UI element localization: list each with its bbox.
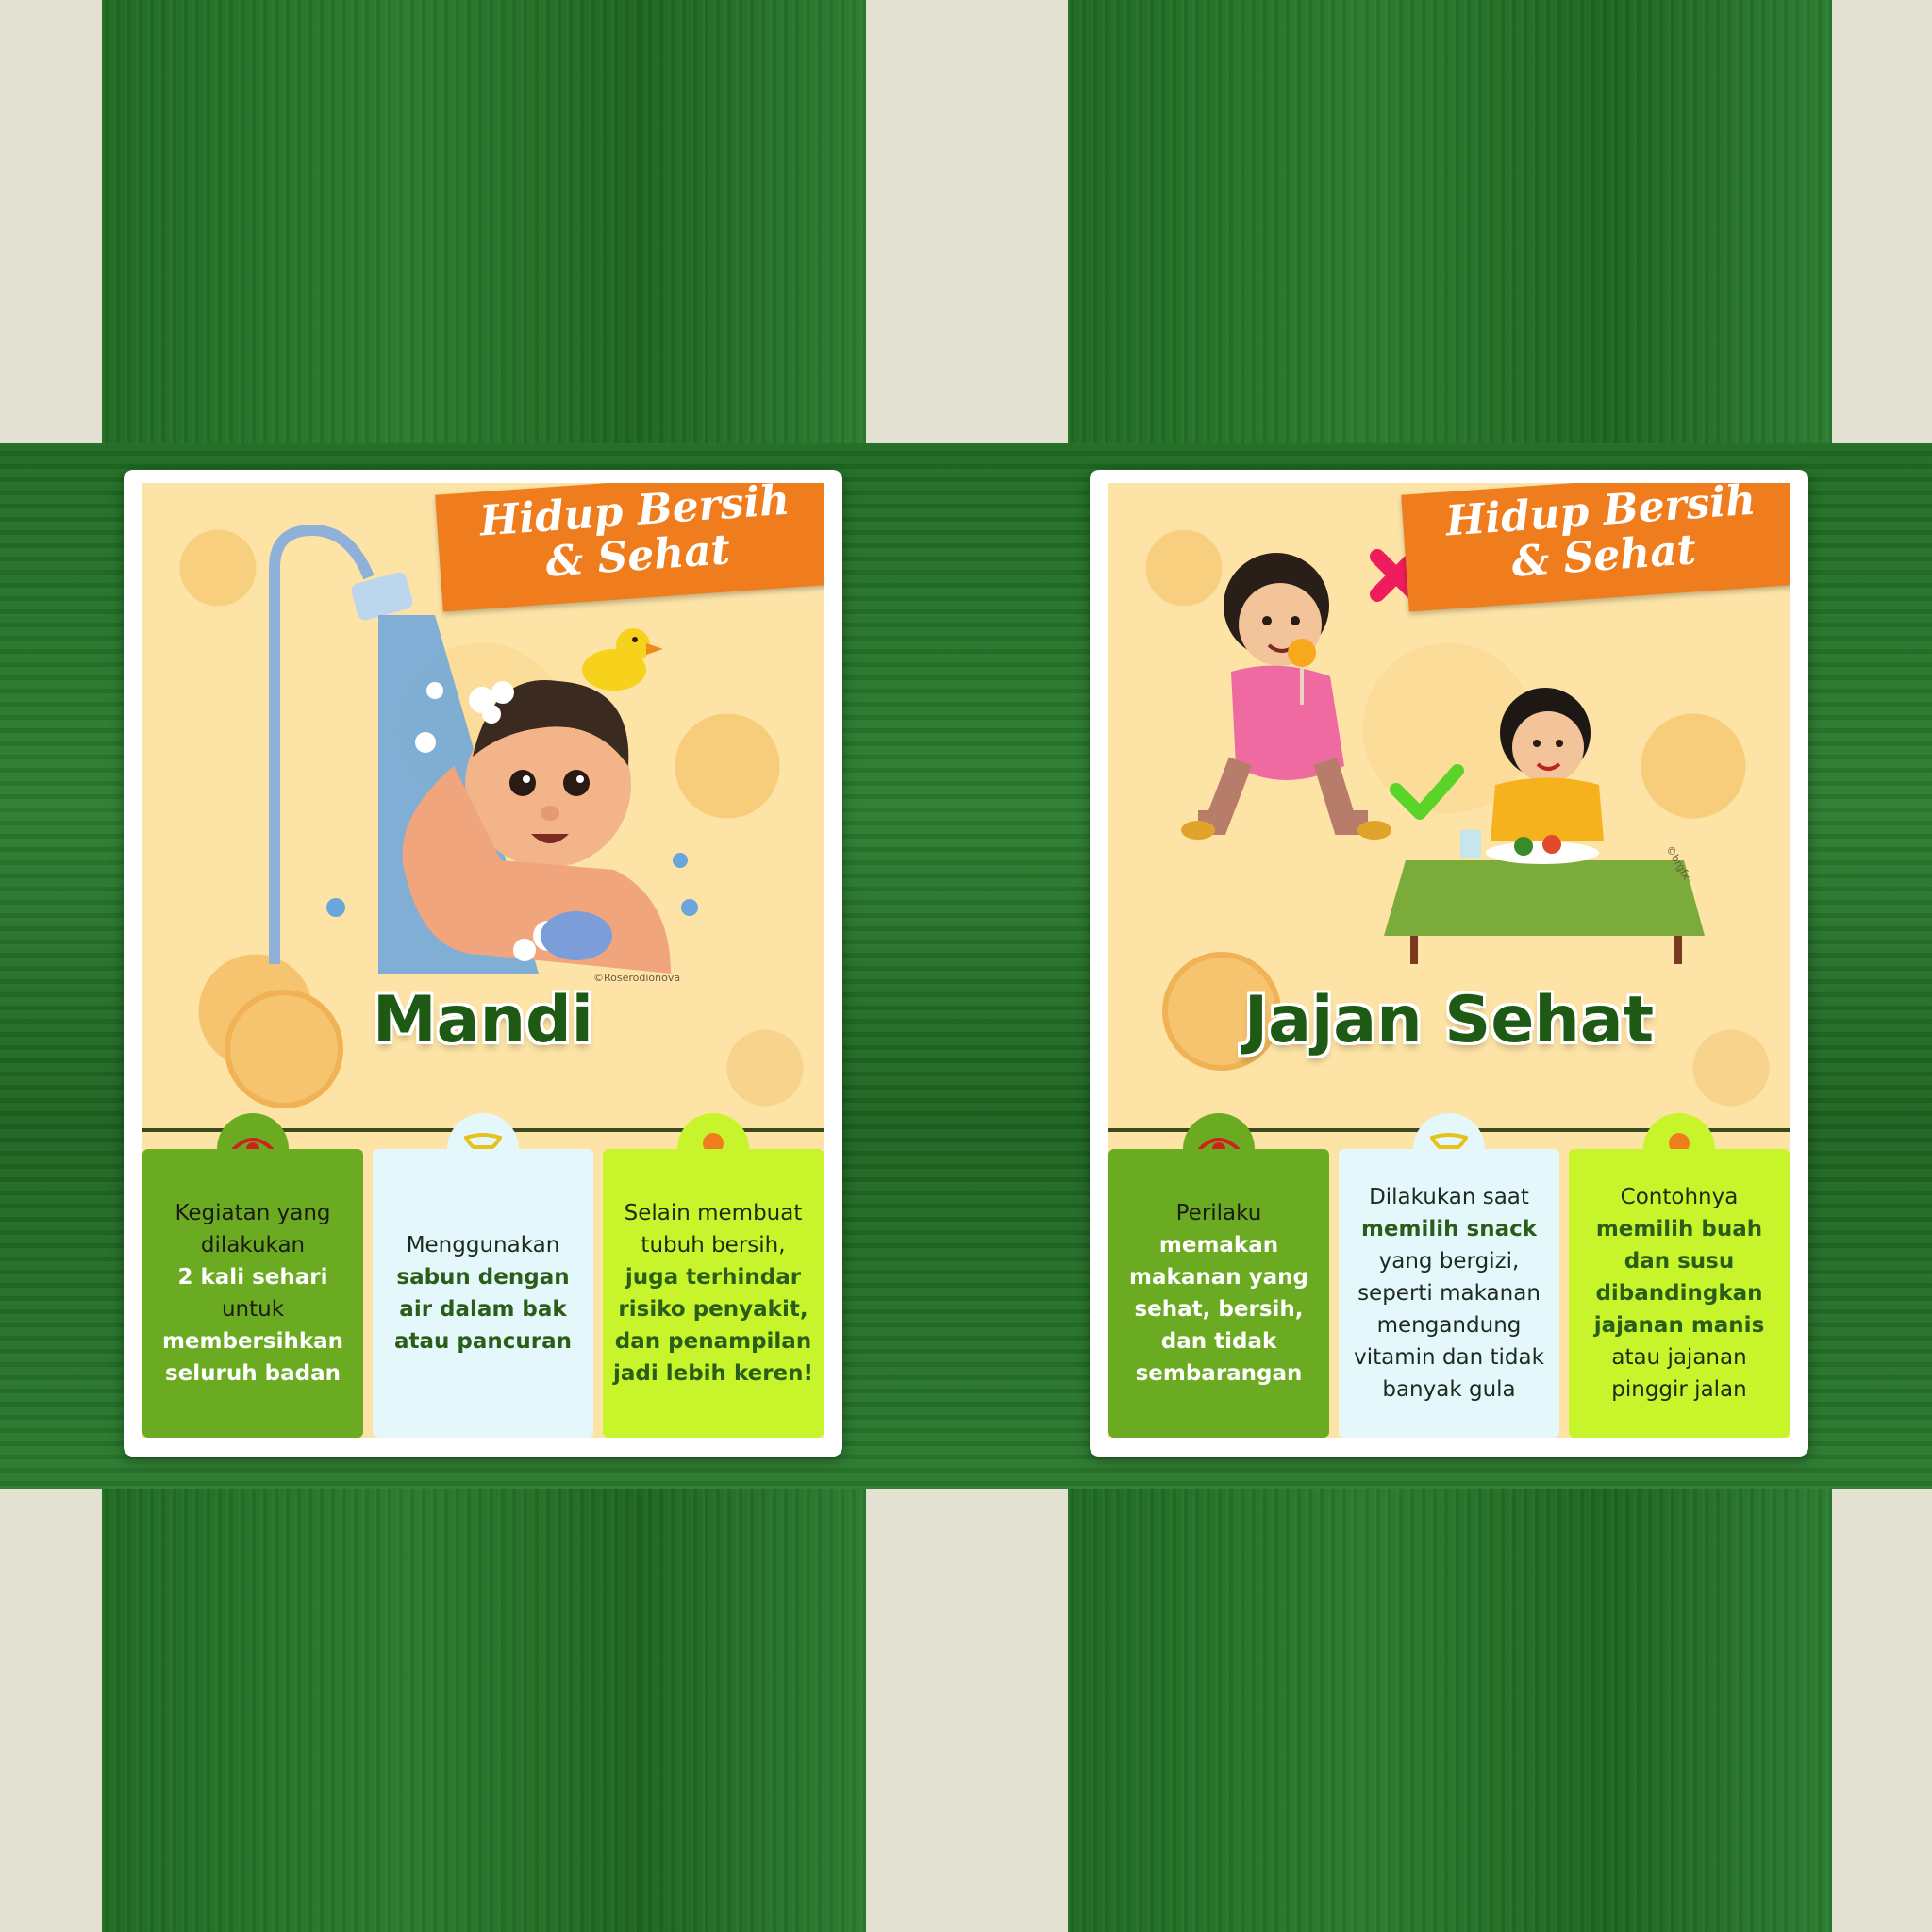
- text-line: memakan: [1158, 1233, 1279, 1257]
- text-line: Kegiatan yang: [175, 1201, 331, 1225]
- text-line: seperti makanan: [1357, 1281, 1541, 1306]
- text-line: memilih buah: [1595, 1217, 1763, 1241]
- card-inner: Hidup Bersih & Sehat ©brgfx Jajan Sehat …: [1108, 483, 1790, 1438]
- text-line: Dilakukan saat: [1369, 1185, 1529, 1209]
- text-line: juga terhindar: [625, 1265, 802, 1290]
- text-line: memilih snack: [1360, 1217, 1538, 1241]
- text-line: dilakukan: [200, 1233, 306, 1257]
- text-line: dan tidak: [1160, 1329, 1277, 1354]
- text-line: banyak gula: [1382, 1377, 1516, 1402]
- text-line: dan susu: [1624, 1249, 1735, 1274]
- text-line: untuk: [221, 1297, 285, 1322]
- text-line: membersihkan: [161, 1329, 344, 1354]
- info-box-how: Menggunakan sabun dengan air dalam bak a…: [373, 1149, 593, 1438]
- text-line: risiko penyakit,: [618, 1297, 808, 1322]
- text-line: sembarangan: [1135, 1361, 1303, 1386]
- text-line: dibandingkan: [1595, 1281, 1763, 1306]
- text-line: atau jajanan: [1611, 1345, 1747, 1370]
- card-mandi: Hidup Bersih & Sehat ©Roserodionova Mand…: [124, 470, 842, 1457]
- card-title: Mandi: [373, 983, 593, 1058]
- text-line: air dalam bak: [399, 1297, 567, 1322]
- info-box-what: Perilaku memakan makanan yang sehat, ber…: [1108, 1149, 1329, 1438]
- info-box-what: Kegiatan yang dilakukan 2 kali sehari un…: [142, 1149, 363, 1438]
- info-boxes: Perilaku memakan makanan yang sehat, ber…: [1108, 1113, 1790, 1438]
- text-line: makanan yang: [1129, 1265, 1308, 1290]
- text-line: vitamin dan tidak: [1354, 1345, 1544, 1370]
- text-line: tubuh bersih,: [641, 1233, 786, 1257]
- info-box-how: Dilakukan saat memilih snack yang bergiz…: [1339, 1149, 1559, 1438]
- info-box-example: Contohnya memilih buah dan susu dibandin…: [1569, 1149, 1790, 1438]
- text-line: jadi lebih keren!: [612, 1361, 814, 1386]
- info-boxes: Kegiatan yang dilakukan 2 kali sehari un…: [142, 1113, 824, 1438]
- text-line: atau pancuran: [393, 1329, 573, 1354]
- text-line: sabun dengan: [396, 1265, 570, 1290]
- card-inner: Hidup Bersih & Sehat ©Roserodionova Mand…: [142, 483, 824, 1438]
- text-line: pinggir jalan: [1611, 1377, 1747, 1402]
- text-line: yang bergizi,: [1378, 1249, 1520, 1274]
- text-line: Perilaku: [1175, 1201, 1262, 1225]
- text-line: jajanan manis: [1593, 1313, 1765, 1338]
- info-box-benefit: Selain membuat tubuh bersih, juga terhin…: [603, 1149, 824, 1438]
- text-line: dan penampilan: [614, 1329, 812, 1354]
- card-jajan-sehat: Hidup Bersih & Sehat ©brgfx Jajan Sehat …: [1090, 470, 1808, 1457]
- card-title: Jajan Sehat: [1243, 983, 1655, 1058]
- text-line: 2 kali sehari: [177, 1265, 328, 1290]
- text-line: sehat, bersih,: [1134, 1297, 1304, 1322]
- text-line: seluruh badan: [164, 1361, 341, 1386]
- text-line: Menggunakan: [406, 1233, 560, 1257]
- text-line: Selain membuat: [624, 1201, 803, 1225]
- text-line: Contohnya: [1620, 1185, 1739, 1209]
- text-line: mengandung: [1376, 1313, 1522, 1338]
